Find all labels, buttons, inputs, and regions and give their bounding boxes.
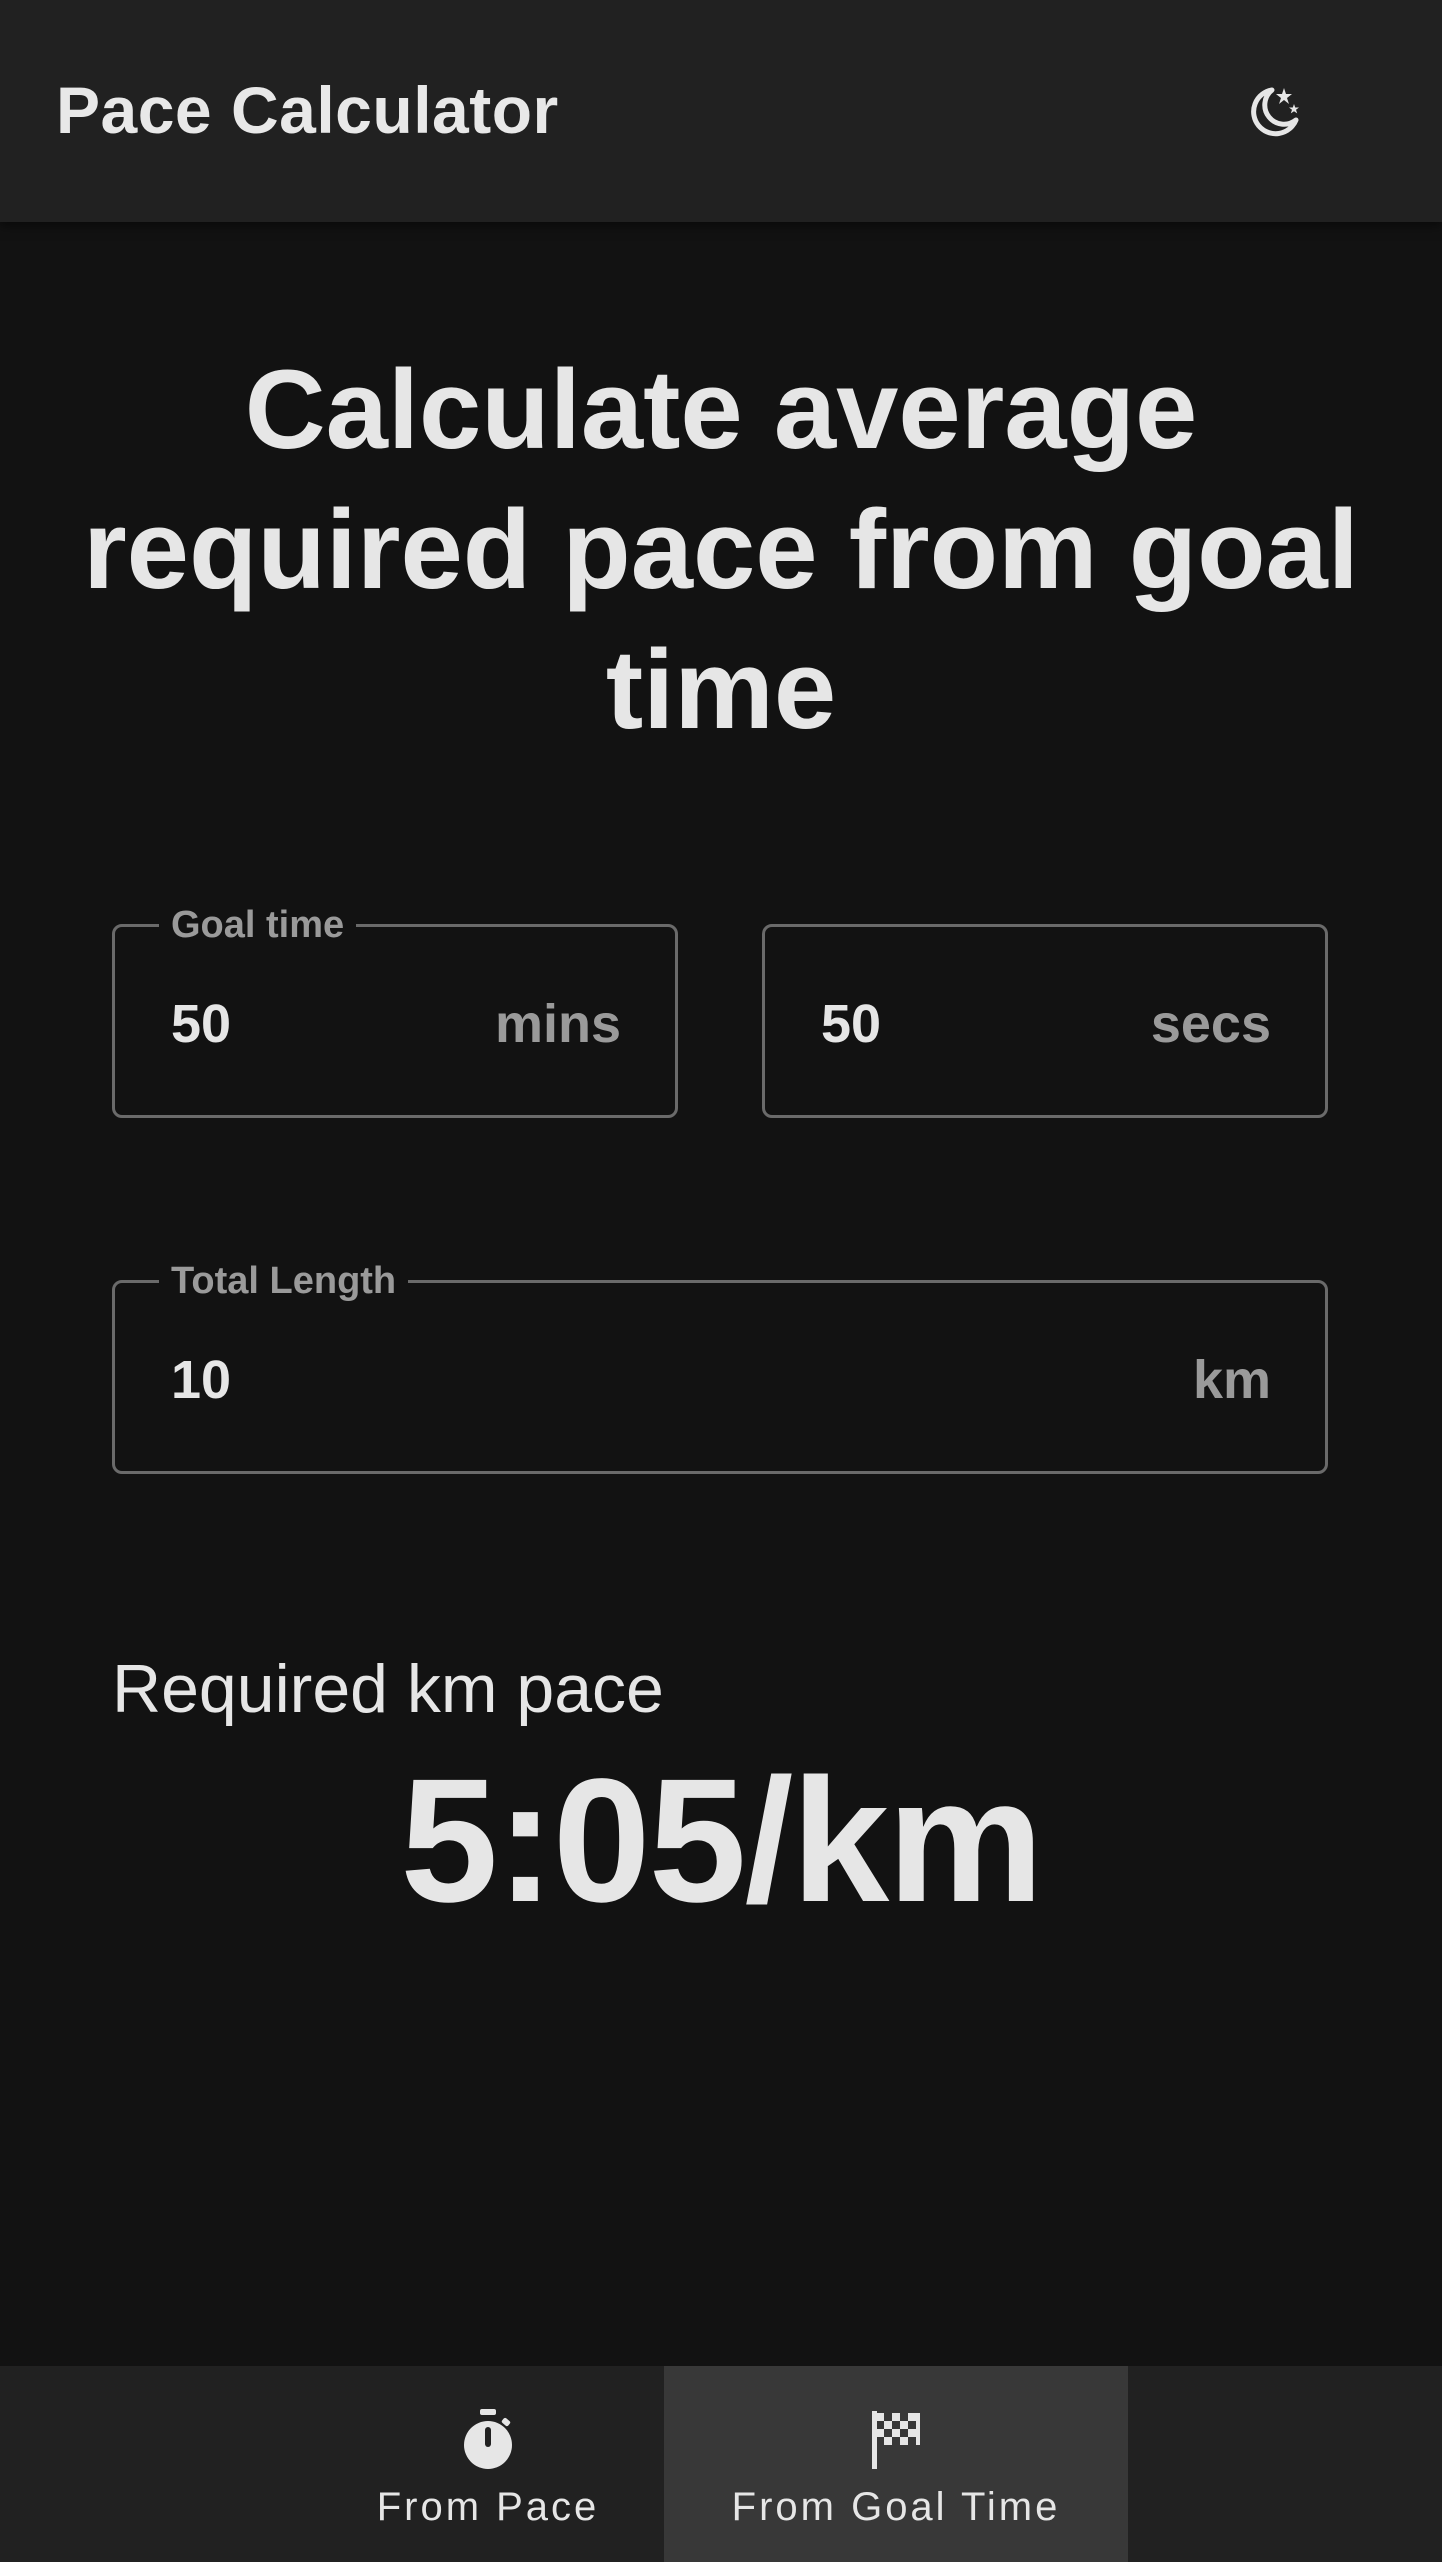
checkered-flag-icon	[872, 2410, 920, 2469]
nav-label-from-goal-time: From Goal Time	[731, 2484, 1061, 2529]
page-heading: Calculate average required pace from goa…	[83, 347, 1359, 752]
length-unit: km	[1192, 1350, 1271, 1410]
goal-seconds-input[interactable]	[821, 993, 1121, 1055]
goal-minutes-field[interactable]: Goal time mins	[112, 903, 678, 1118]
stopwatch-icon	[464, 2408, 512, 2469]
result-pace-value: 5:05/km	[400, 1743, 1044, 1939]
total-length-input[interactable]	[171, 1349, 471, 1411]
minutes-unit: mins	[494, 994, 621, 1054]
total-length-field[interactable]: Total Length km	[112, 1259, 1328, 1474]
app-bar: Pace Calculator	[0, 0, 1442, 222]
app-title: Pace Calculator	[56, 73, 559, 147]
goal-seconds-field[interactable]: secs	[762, 924, 1328, 1118]
nav-tab-from-goal-time[interactable]: From Goal Time	[664, 2366, 1128, 2562]
total-length-label: Total Length	[159, 1259, 409, 1303]
moon-stars-icon	[1251, 87, 1299, 137]
bottom-navigation: From Pace From Goal Time	[0, 2366, 1442, 2562]
result-label: Required km pace	[112, 1651, 664, 1727]
goal-time-label: Goal time	[159, 903, 357, 947]
goal-minutes-input[interactable]	[171, 993, 471, 1055]
nav-label-from-pace: From Pace	[376, 2484, 600, 2529]
nav-tab-from-pace[interactable]: From Pace	[336, 2366, 640, 2562]
app-root: Pace Calculator Calculate average requir…	[0, 0, 1442, 2562]
theme-toggle-button[interactable]	[1230, 70, 1314, 154]
seconds-unit: secs	[1150, 994, 1271, 1054]
